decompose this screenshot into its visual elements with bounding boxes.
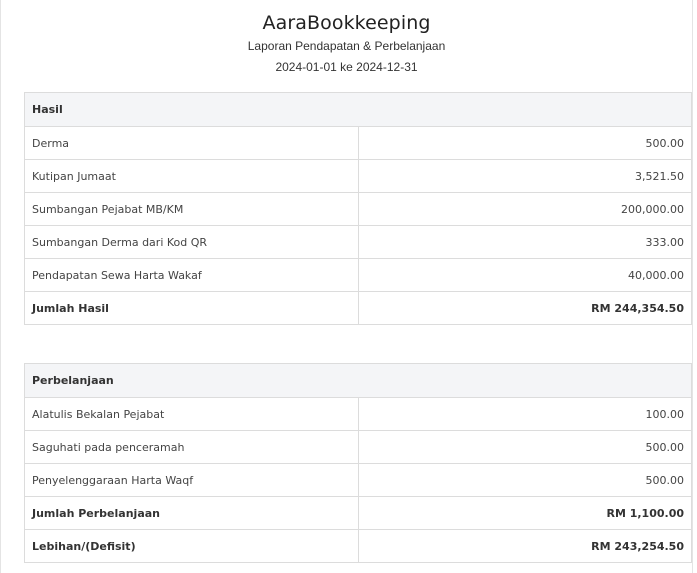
expense-total-label: Jumlah Perbelanjaan	[24, 496, 359, 530]
income-item-label: Sumbangan Pejabat MB/KM	[24, 192, 359, 226]
report-page: AaraBookkeeping Laporan Pendapatan & Per…	[0, 0, 693, 573]
report-period: 2024-01-01 ke 2024-12-31	[275, 60, 418, 74]
surplus-amount: RM 243,254.50	[357, 529, 692, 563]
income-item-amount: 40,000.00	[357, 258, 692, 292]
expense-item-amount: 500.00	[357, 463, 692, 497]
income-heading: Hasil	[24, 92, 692, 127]
income-item-label: Pendapatan Sewa Harta Wakaf	[24, 258, 359, 292]
income-total-row: Jumlah Hasil RM 244,354.50	[24, 291, 692, 325]
expense-header-row: Perbelanjaan	[24, 363, 692, 398]
table-row: Pendapatan Sewa Harta Wakaf 40,000.00	[24, 258, 692, 292]
expense-item-amount: 100.00	[357, 397, 692, 431]
expense-item-label: Alatulis Bekalan Pejabat	[24, 397, 359, 431]
expense-total-amount: RM 1,100.00	[357, 496, 692, 530]
company-name: AaraBookkeeping	[262, 12, 431, 34]
income-item-amount: 333.00	[357, 225, 692, 259]
income-item-label: Derma	[24, 126, 359, 160]
table-row: Sumbangan Derma dari Kod QR 333.00	[24, 225, 692, 259]
income-header-row: Hasil	[24, 92, 692, 127]
expense-item-amount: 500.00	[357, 430, 692, 464]
expense-total-row: Jumlah Perbelanjaan RM 1,100.00	[24, 496, 692, 530]
table-row: Alatulis Bekalan Pejabat 100.00	[24, 397, 692, 431]
table-row: Penyelenggaraan Harta Waqf 500.00	[24, 463, 692, 497]
report-title: Laporan Pendapatan & Perbelanjaan	[247, 39, 446, 53]
income-item-amount: 3,521.50	[357, 159, 692, 193]
expense-item-label: Saguhati pada penceramah	[24, 430, 359, 464]
table-row: Kutipan Jumaat 3,521.50	[24, 159, 692, 193]
surplus-row: Lebihan/(Defisit) RM 243,254.50	[24, 529, 692, 563]
expense-heading: Perbelanjaan	[24, 363, 692, 398]
income-total-amount: RM 244,354.50	[357, 291, 692, 325]
surplus-label: Lebihan/(Defisit)	[24, 529, 359, 563]
income-table: Hasil Derma 500.00 Kutipan Jumaat 3,521.…	[24, 92, 692, 325]
income-item-amount: 200,000.00	[357, 192, 692, 226]
table-row: Saguhati pada penceramah 500.00	[24, 430, 692, 464]
income-item-amount: 500.00	[357, 126, 692, 160]
table-row: Sumbangan Pejabat MB/KM 200,000.00	[24, 192, 692, 226]
income-item-label: Sumbangan Derma dari Kod QR	[24, 225, 359, 259]
expense-table: Perbelanjaan Alatulis Bekalan Pejabat 10…	[24, 363, 692, 563]
expense-item-label: Penyelenggaraan Harta Waqf	[24, 463, 359, 497]
table-row: Derma 500.00	[24, 126, 692, 160]
income-item-label: Kutipan Jumaat	[24, 159, 359, 193]
income-total-label: Jumlah Hasil	[24, 291, 359, 325]
